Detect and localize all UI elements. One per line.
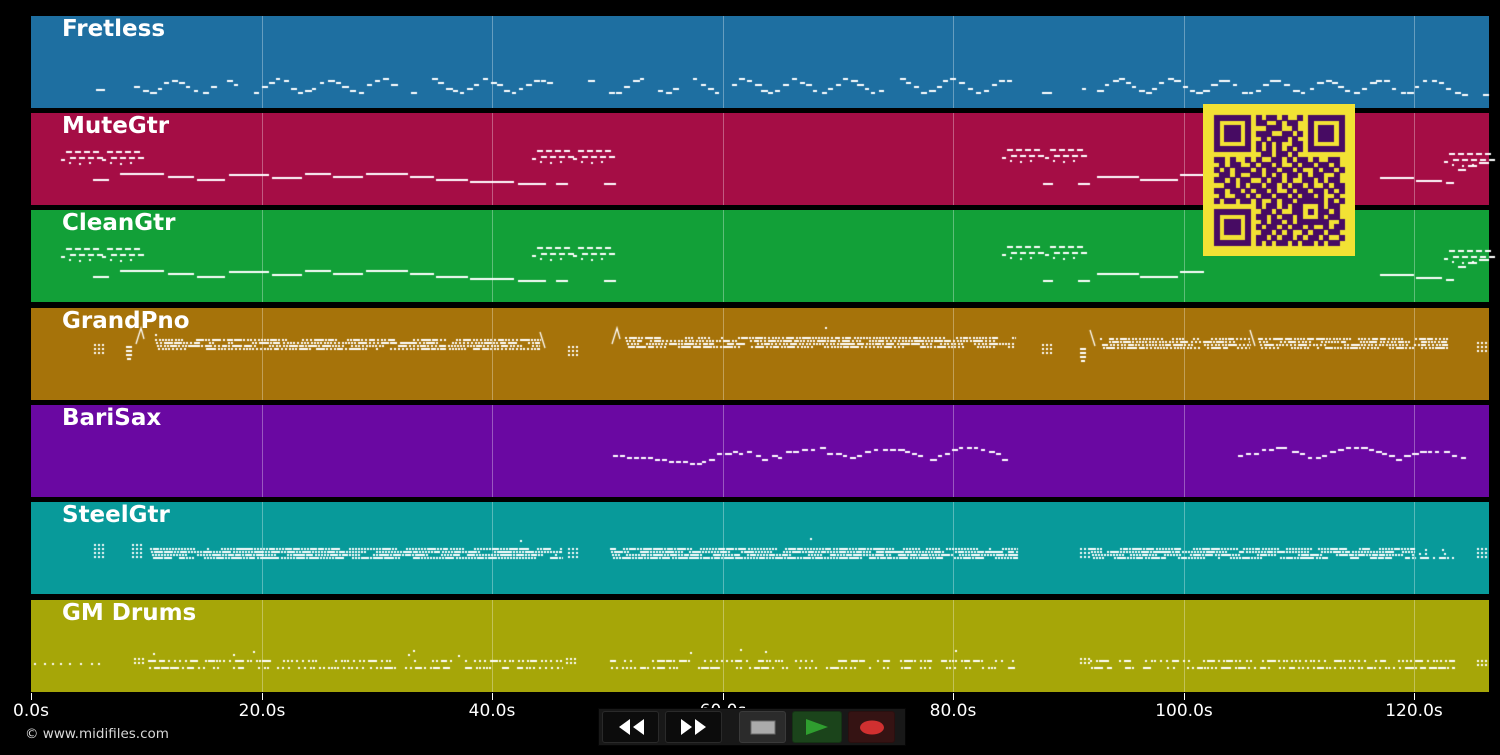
gridline [492,210,493,302]
gridline [1184,405,1185,497]
axis-tick-label: 80.0s [929,701,977,721]
gridline [262,308,263,400]
fast-forward-button[interactable] [665,711,722,743]
stop-button[interactable] [739,711,786,743]
gridline [953,16,954,108]
gridline [953,502,954,594]
gridline [1184,502,1185,594]
axis-tick [1413,693,1415,700]
axis-tick [491,693,493,700]
gridline [723,405,724,497]
gridline [492,502,493,594]
play-icon [806,719,828,735]
gridline [1184,210,1185,302]
track-label: BariSax [62,405,162,431]
gridline [262,16,263,108]
gridline [1184,16,1185,108]
gridline [723,16,724,108]
gridline [492,405,493,497]
track-label: CleanGtr [62,210,176,236]
gridline [723,210,724,302]
gridline [262,502,263,594]
gridline [953,210,954,302]
copyright-text: © www.midifiles.com [25,726,169,742]
axis-tick [30,693,32,700]
track-row-barisax: BariSax [31,405,1489,497]
gridline [262,405,263,497]
rewind-button[interactable] [602,711,659,743]
axis-tick-label: 100.0s [1155,701,1213,721]
stop-icon [750,720,775,734]
gridline [723,113,724,205]
track-row-grandpno: GrandPno [31,308,1489,400]
axis-tick [722,693,724,700]
fast-forward-icon [680,719,706,735]
gridline [953,308,954,400]
track-label: MuteGtr [62,113,170,139]
gridline [1414,600,1415,692]
gridline [1184,600,1185,692]
axis-tick-label: 0.0s [13,701,49,721]
axis-tick-label: 20.0s [238,701,286,721]
gridline [492,308,493,400]
gridline [1414,16,1415,108]
track-label: Fretless [62,16,166,42]
gridline [262,113,263,205]
track-row-steelgtr: SteelGtr [31,502,1489,594]
record-button[interactable] [848,711,895,743]
gridline [492,16,493,108]
axis-tick [261,693,263,700]
gridline [723,502,724,594]
gridline [1414,308,1415,400]
track-label: GrandPno [62,308,190,334]
gridline [953,600,954,692]
rewind-icon [618,719,644,735]
play-button[interactable] [792,711,842,743]
gridline [1184,113,1185,205]
gridline [492,600,493,692]
gridline [492,113,493,205]
axis-tick [952,693,954,700]
axis-tick [1183,693,1185,700]
track-row-fretless: Fretless [31,16,1489,108]
track-label: GM Drums [62,600,197,626]
record-icon [859,720,884,734]
playback-controls [598,708,906,746]
track-row-gm-drums: GM Drums [31,600,1489,692]
gridline [1414,210,1415,302]
track-label: SteelGtr [62,502,170,528]
gridline [953,405,954,497]
gridline [1414,502,1415,594]
gridline [953,113,954,205]
gridline [1414,113,1415,205]
gridline [262,210,263,302]
midi-track-visualizer: Fretless MuteGtr CleanGtr GrandPno BariSax St… [0,0,1500,755]
gridline [262,600,263,692]
gridline [1184,308,1185,400]
gridline [723,600,724,692]
axis-tick-label: 40.0s [468,701,516,721]
axis-tick-label: 120.0s [1385,701,1443,721]
gridline [1414,405,1415,497]
gridline [723,308,724,400]
qr-code [1203,104,1355,256]
